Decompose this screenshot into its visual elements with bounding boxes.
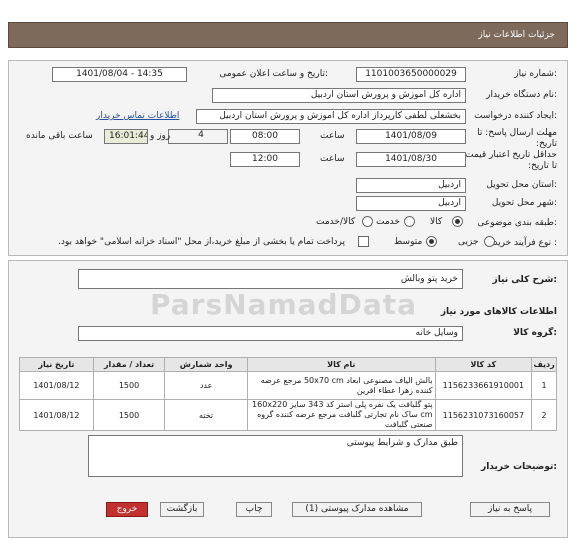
item-unit: عدد	[164, 371, 248, 400]
reply-deadline-label: مهلت ارسال پاسخ: تا تاریخ:	[477, 128, 557, 149]
summary-field: خرید پتو وبالش	[78, 269, 463, 289]
table-row: 2 1156231073160057 پتو گلبافت یک نفره پل…	[19, 399, 557, 431]
row-number: 1	[531, 371, 557, 400]
item-name: پتو گلبافت یک نفره پلی استر کد 343 سایز …	[246, 399, 436, 431]
item-qty: 1500	[92, 399, 166, 431]
col-unit: واحد شمارش	[164, 357, 248, 372]
province-field: اردبیل	[356, 178, 466, 193]
reply-time-label: ساعت	[320, 131, 345, 141]
need-number-field: 1101003650000029	[356, 67, 466, 82]
goods-table: ردیف کد کالا نام کالا واحد شمارش تعداد /…	[19, 357, 557, 431]
category-goods-label: کالا	[430, 217, 443, 227]
category-label: طبقه بندی موضوعی:	[477, 218, 557, 228]
province-label: استان محل تحویل:	[486, 180, 557, 190]
process-medium-label: متوسط	[394, 237, 423, 247]
summary-label: شرح کلی نیاز:	[492, 275, 557, 285]
process-label: نوع فرآیند خرید :	[493, 238, 557, 248]
validity-date-field: 1401/08/30	[356, 152, 466, 167]
reply-date-field: 1401/08/09	[356, 129, 466, 144]
table-row: 1 1156233661910001 بالش الیاف مصنوعی ابع…	[19, 371, 557, 400]
page-title: جزئیات اطلاعات نیاز	[478, 30, 555, 40]
days-label: روز و	[150, 131, 171, 141]
goods-section-title: اطلاعات کالاهای مورد نیاز	[440, 307, 557, 317]
creator-field: بخشعلی لطفی کارپرداز اداره کل اموزش و پر…	[196, 109, 466, 124]
category-radio-goods[interactable]	[452, 216, 463, 227]
item-name: بالش الیاف مصنوعی ابعاد 50x70 cm مرجع عر…	[246, 371, 436, 400]
category-both-label: کالا/خدمت	[316, 217, 356, 227]
category-radio-service[interactable]	[404, 216, 415, 227]
print-button[interactable]: چاپ	[236, 502, 272, 517]
creator-label: ایجاد کننده درخواست:	[474, 111, 557, 121]
validity-time-field: 12:00	[230, 152, 300, 167]
need-number-label: شماره نیاز:	[514, 69, 557, 79]
item-qty: 1500	[92, 371, 166, 400]
buyer-org-field: اداره کل اموزش و پرورش استان اردبیل	[212, 88, 466, 103]
buyer-contact-link[interactable]: اطلاعات تماس خریدار	[96, 111, 179, 121]
city-field: اردبیل	[356, 196, 466, 211]
col-date: تاریخ نیاز	[19, 357, 94, 372]
process-radio-medium[interactable]	[426, 236, 437, 247]
payment-note: پرداخت تمام یا بخشی از مبلغ خرید،از محل …	[58, 237, 346, 247]
watermark-text: ParsNamadData	[150, 288, 417, 321]
buyer-org-label: نام دستگاه خریدار:	[486, 90, 557, 100]
goods-group-label: گروه کالا:	[513, 328, 557, 338]
days-box	[168, 129, 228, 144]
exit-button[interactable]: خروج	[106, 502, 148, 517]
col-code: کد کالا	[434, 357, 533, 372]
col-qty: تعداد / مقدار	[92, 357, 166, 372]
item-date: 1401/08/12	[19, 399, 94, 431]
process-radio-minor[interactable]	[484, 236, 495, 247]
buyer-notes-field: طبق مدارک و شرایط پیوستی	[88, 435, 463, 477]
remaining-label: ساعت باقی مانده	[26, 131, 93, 141]
announce-field: 1401/08/04 - 14:35	[52, 67, 187, 82]
row-number: 2	[531, 399, 557, 431]
category-radio-both[interactable]	[362, 216, 373, 227]
buyer-notes-label: توضیحات خریدار:	[481, 462, 557, 472]
col-row: ردیف	[531, 357, 557, 372]
validity-time-label: ساعت	[320, 154, 345, 164]
col-name: نام کالا	[246, 357, 436, 372]
item-date: 1401/08/12	[19, 371, 94, 400]
item-code: 1156231073160057	[434, 399, 533, 431]
remaining-time-field: 16:01:44	[104, 129, 148, 144]
goods-table-header: ردیف کد کالا نام کالا واحد شمارش تعداد /…	[19, 357, 557, 372]
back-button[interactable]: بازگشت	[160, 502, 204, 517]
view-attachments-button[interactable]: مشاهده مدارک پیوستی (1)	[292, 502, 422, 517]
page-header: جزئیات اطلاعات نیاز	[8, 22, 568, 48]
reply-time-field: 08:00	[230, 129, 300, 144]
reply-button[interactable]: پاسخ به نیاز	[470, 502, 550, 517]
item-code: 1156233661910001	[434, 371, 533, 400]
city-label: شهر محل تحویل:	[491, 198, 557, 208]
item-unit: تخته	[164, 399, 248, 431]
announce-label: تاریخ و ساعت اعلان عمومی:	[219, 69, 328, 79]
validity-label: حداقل تاریخ اعتبار قیمت: تا تاریخ:	[462, 150, 557, 171]
category-service-label: خدمت	[376, 217, 400, 227]
treasury-bonds-checkbox[interactable]	[358, 236, 369, 247]
process-minor-label: جزیی	[458, 237, 479, 247]
goods-group-field: وسایل خانه	[78, 326, 463, 341]
